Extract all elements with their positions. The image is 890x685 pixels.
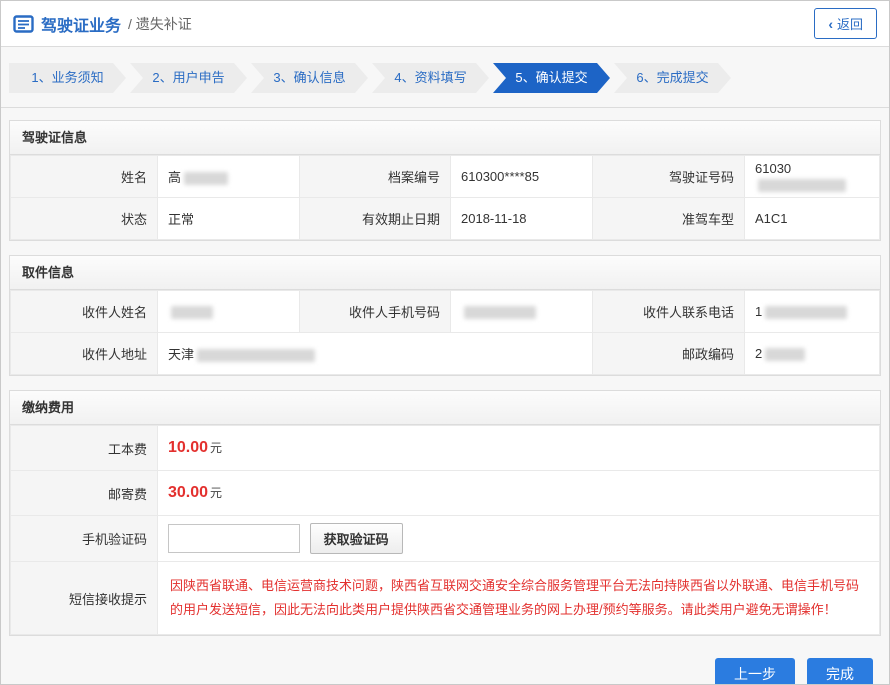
breadcrumb: / 遗失补证: [128, 14, 192, 34]
chevron-left-icon: ‹: [828, 17, 833, 31]
production-fee-label: 工本费: [11, 426, 158, 471]
table-row: 状态 正常 有效期止日期 2018-11-18 准驾车型 A1C1: [11, 198, 880, 240]
table-row: 收件人地址 天津 邮政编码 2: [11, 333, 880, 375]
redacted-value: [171, 306, 213, 319]
back-button[interactable]: ‹ 返回: [814, 8, 877, 39]
sms-code-cell: 获取验证码: [158, 516, 880, 562]
postage-fee-label: 邮寄费: [11, 471, 158, 516]
table-row: 工本费 10.00元: [11, 426, 880, 471]
payment-table: 工本费 10.00元 邮寄费 30.00元 手机验证码 获取验证码: [10, 425, 880, 635]
step-tab-6[interactable]: 6、完成提交: [614, 63, 731, 93]
file-no-label: 档案编号: [300, 156, 451, 198]
table-row: 收件人姓名 收件人手机号码 收件人联系电话 1: [11, 291, 880, 333]
redacted-value: [765, 306, 847, 319]
back-button-label: 返回: [837, 14, 863, 33]
sms-notice-text: 因陕西省联通、电信运营商技术问题，陕西省互联网交通安全综合服务管理平台无法向持陕…: [168, 566, 869, 630]
table-row: 姓名 高 档案编号 610300****85 驾驶证号码 61030: [11, 156, 880, 198]
recipient-name-label: 收件人姓名: [11, 291, 158, 333]
content: 驾驶证信息 姓名 高 档案编号 610300****85 驾驶证号码 61030…: [1, 108, 889, 685]
step-tab-1[interactable]: 1、业务须知: [9, 63, 126, 93]
redacted-value: [184, 172, 228, 185]
status-value: 正常: [158, 198, 300, 240]
finish-button[interactable]: 完成: [807, 658, 873, 685]
step-tab-2[interactable]: 2、用户申告: [130, 63, 247, 93]
redacted-value: [758, 179, 846, 192]
recipient-tel-value: 1: [745, 291, 880, 333]
table-row: 邮寄费 30.00元: [11, 471, 880, 516]
name-value: 高: [158, 156, 300, 198]
vehicle-type-value: A1C1: [745, 198, 880, 240]
table-row: 手机验证码 获取验证码: [11, 516, 880, 562]
step-tab-3[interactable]: 3、确认信息: [251, 63, 368, 93]
sms-notice-cell: 因陕西省联通、电信运营商技术问题，陕西省互联网交通安全综合服务管理平台无法向持陕…: [158, 562, 880, 635]
step-tab-4[interactable]: 4、资料填写: [372, 63, 489, 93]
redacted-value: [197, 349, 315, 362]
redacted-value: [765, 348, 805, 361]
recipient-name-value: [158, 291, 300, 333]
sms-code-label: 手机验证码: [11, 516, 158, 562]
file-no-value: 610300****85: [451, 156, 593, 198]
vehicle-type-label: 准驾车型: [593, 198, 745, 240]
expiry-value: 2018-11-18: [451, 198, 593, 240]
license-info-title: 驾驶证信息: [10, 121, 880, 155]
postcode-value: 2: [745, 333, 880, 375]
license-info-section: 驾驶证信息 姓名 高 档案编号 610300****85 驾驶证号码 61030…: [9, 120, 881, 241]
license-no-label: 驾驶证号码: [593, 156, 745, 198]
name-label: 姓名: [11, 156, 158, 198]
status-label: 状态: [11, 198, 158, 240]
recipient-tel-label: 收件人联系电话: [593, 291, 745, 333]
footer-actions: 上一步 完成: [9, 650, 881, 685]
sms-notice-label: 短信接收提示: [11, 562, 158, 635]
recipient-address-value: 天津: [158, 333, 593, 375]
step-tab-5-active[interactable]: 5、确认提交: [493, 63, 610, 93]
recipient-phone-label: 收件人手机号码: [300, 291, 451, 333]
payment-section: 缴纳费用 工本费 10.00元 邮寄费 30.00元 手机验证码: [9, 390, 881, 636]
license-info-table: 姓名 高 档案编号 610300****85 驾驶证号码 61030 状态 正常…: [10, 155, 880, 240]
sms-code-input[interactable]: [168, 524, 300, 553]
step-tabs: 1、业务须知 2、用户申告 3、确认信息 4、资料填写 5、确认提交 6、完成提…: [1, 47, 889, 108]
production-fee-value: 10.00元: [158, 426, 880, 471]
payment-title: 缴纳费用: [10, 391, 880, 425]
previous-step-button[interactable]: 上一步: [715, 658, 795, 685]
table-row: 短信接收提示 因陕西省联通、电信运营商技术问题，陕西省互联网交通安全综合服务管理…: [11, 562, 880, 635]
recipient-phone-value: [451, 291, 593, 333]
license-no-value: 61030: [745, 156, 880, 198]
postcode-label: 邮政编码: [593, 333, 745, 375]
page: 驾驶证业务 / 遗失补证 ‹ 返回 1、业务须知 2、用户申告 3、确认信息 4…: [0, 0, 890, 685]
get-sms-code-button[interactable]: 获取验证码: [310, 523, 403, 554]
page-title: 驾驶证业务: [41, 12, 121, 36]
pickup-info-table: 收件人姓名 收件人手机号码 收件人联系电话 1 收件人地址 天津 邮政编码 2: [10, 290, 880, 375]
redacted-value: [464, 306, 536, 319]
license-menu-icon: [13, 15, 34, 33]
recipient-address-label: 收件人地址: [11, 333, 158, 375]
postage-fee-value: 30.00元: [158, 471, 880, 516]
header: 驾驶证业务 / 遗失补证 ‹ 返回: [1, 1, 889, 47]
pickup-info-section: 取件信息 收件人姓名 收件人手机号码 收件人联系电话 1 收件人地址 天津 邮政…: [9, 255, 881, 376]
pickup-info-title: 取件信息: [10, 256, 880, 290]
expiry-label: 有效期止日期: [300, 198, 451, 240]
